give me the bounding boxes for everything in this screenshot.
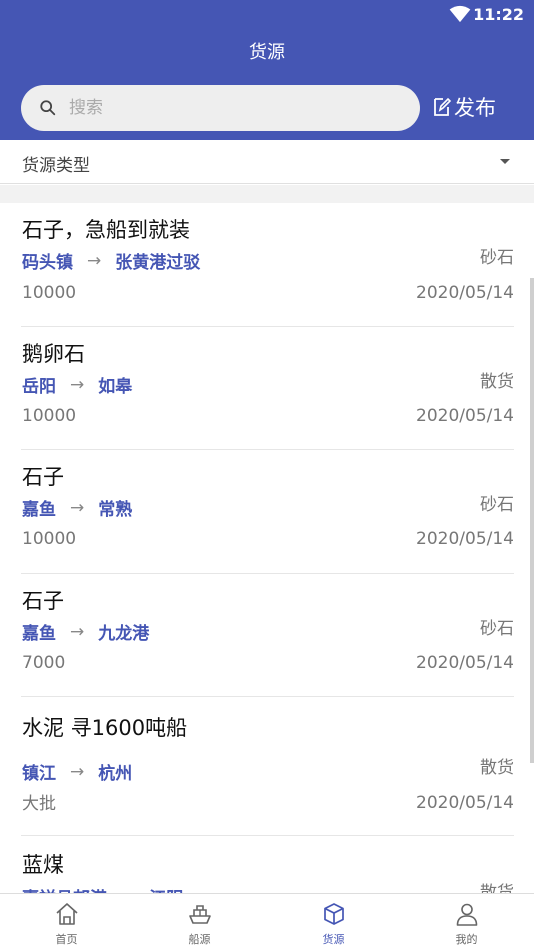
list-item[interactable]: 石子 嘉鱼 → 九龙港 砂石 7000 2020/05/14 bbox=[0, 574, 534, 697]
item-date: 2020/05/14 bbox=[416, 406, 514, 426]
route-from: 码头镇 bbox=[22, 253, 73, 273]
item-quantity: 7000 bbox=[22, 653, 66, 673]
route-to: 杭州 bbox=[98, 764, 133, 784]
edit-icon bbox=[434, 97, 452, 116]
route-from: 嘉祥县邦港 bbox=[22, 884, 107, 893]
tab-cargo-source[interactable]: 货源 bbox=[267, 894, 400, 949]
section-gap bbox=[0, 185, 534, 203]
list-item[interactable]: 蓝煤 嘉祥县邦港 → 江阴 散货 bbox=[0, 836, 534, 893]
cargo-list[interactable]: 石子，急船到就装 码头镇 → 张黄港过驳 砂石 10000 2020/05/14… bbox=[0, 203, 534, 893]
tab-home-label: 首页 bbox=[55, 933, 78, 946]
item-type: 砂石 bbox=[480, 619, 514, 639]
publish-label: 发布 bbox=[454, 96, 496, 120]
box-icon bbox=[324, 903, 344, 925]
route-from: 岳阳 bbox=[22, 377, 56, 397]
item-type: 砂石 bbox=[480, 495, 514, 515]
item-title: 蓝煤 bbox=[22, 853, 64, 877]
route-from: 嘉鱼 bbox=[22, 500, 56, 520]
item-title: 石子 bbox=[22, 465, 64, 489]
item-type: 散货 bbox=[480, 883, 514, 893]
item-date: 2020/05/14 bbox=[416, 283, 514, 303]
tab-mine[interactable]: 我的 bbox=[400, 894, 533, 949]
item-route: 镇江 → 杭州 bbox=[22, 759, 133, 785]
route-arrow-icon: → bbox=[70, 621, 85, 642]
route-arrow-icon: → bbox=[87, 250, 102, 271]
route-to: 张黄港过驳 bbox=[115, 253, 201, 273]
list-item[interactable]: 鹅卵石 岳阳 → 如皋 散货 10000 2020/05/14 bbox=[0, 327, 534, 450]
bottom-tab-bar: 首页 船源 货源 我的 bbox=[0, 893, 534, 949]
item-route: 岳阳 → 如皋 bbox=[22, 372, 133, 398]
item-route: 嘉祥县邦港 → 江阴 bbox=[22, 884, 183, 894]
item-date: 2020/05/14 bbox=[416, 793, 514, 813]
list-item[interactable]: 石子 嘉鱼 → 常熟 砂石 10000 2020/05/14 bbox=[0, 450, 534, 574]
search-icon bbox=[40, 100, 56, 116]
route-to: 九龙港 bbox=[98, 624, 150, 644]
item-title: 石子 bbox=[22, 589, 64, 613]
list-item[interactable]: 水泥 寻1600吨船 镇江 → 杭州 散货 大批 2020/05/14 bbox=[0, 697, 534, 836]
publish-button[interactable]: 发布 bbox=[432, 92, 496, 122]
route-to: 常熟 bbox=[98, 500, 133, 520]
user-icon bbox=[456, 903, 478, 926]
route-arrow-icon: → bbox=[70, 497, 85, 518]
item-type: 散货 bbox=[480, 758, 514, 778]
item-route: 码头镇 → 张黄港过驳 bbox=[22, 248, 201, 274]
item-quantity: 大批 bbox=[22, 794, 56, 814]
list-item[interactable]: 石子，急船到就装 码头镇 → 张黄港过驳 砂石 10000 2020/05/14 bbox=[0, 203, 534, 327]
item-route: 嘉鱼 → 常熟 bbox=[22, 495, 133, 521]
item-date: 2020/05/14 bbox=[416, 653, 514, 673]
search-box[interactable] bbox=[21, 85, 420, 131]
route-to: 江阴 bbox=[149, 884, 183, 893]
item-title: 水泥 寻1600吨船 bbox=[22, 716, 188, 740]
route-arrow-icon: → bbox=[70, 761, 85, 782]
item-title: 石子，急船到就装 bbox=[22, 218, 190, 242]
cargo-type-filter[interactable]: 货源类型 bbox=[0, 140, 534, 184]
app-header: 11:22 货源 发布 bbox=[0, 0, 534, 140]
item-route: 嘉鱼 → 九龙港 bbox=[22, 619, 150, 645]
item-date: 2020/05/14 bbox=[416, 529, 514, 549]
ship-icon bbox=[189, 905, 211, 924]
tab-ship-source[interactable]: 船源 bbox=[133, 894, 266, 949]
item-type: 砂石 bbox=[480, 248, 514, 268]
item-quantity: 10000 bbox=[22, 406, 77, 426]
route-from: 镇江 bbox=[22, 764, 56, 784]
route-to: 如皋 bbox=[98, 377, 133, 397]
filter-label: 货源类型 bbox=[22, 156, 90, 176]
item-quantity: 10000 bbox=[22, 529, 77, 549]
search-input[interactable] bbox=[69, 85, 399, 131]
dropdown-arrow-icon bbox=[500, 159, 510, 164]
tab-ship-source-label: 船源 bbox=[188, 933, 211, 946]
tab-mine-label: 我的 bbox=[455, 933, 478, 946]
item-title: 鹅卵石 bbox=[22, 342, 85, 366]
page-title: 货源 bbox=[249, 42, 285, 63]
wifi-icon bbox=[449, 5, 471, 23]
home-icon bbox=[56, 903, 78, 925]
status-bar: 11:22 bbox=[0, 0, 534, 30]
route-arrow-icon: → bbox=[70, 374, 85, 395]
scrollbar[interactable] bbox=[530, 278, 534, 763]
tab-cargo-source-label: 货源 bbox=[322, 933, 345, 946]
tab-home[interactable]: 首页 bbox=[0, 894, 133, 949]
status-time: 11:22 bbox=[473, 5, 524, 24]
item-quantity: 10000 bbox=[22, 283, 77, 303]
route-from: 嘉鱼 bbox=[22, 624, 56, 644]
item-type: 散货 bbox=[480, 372, 514, 392]
